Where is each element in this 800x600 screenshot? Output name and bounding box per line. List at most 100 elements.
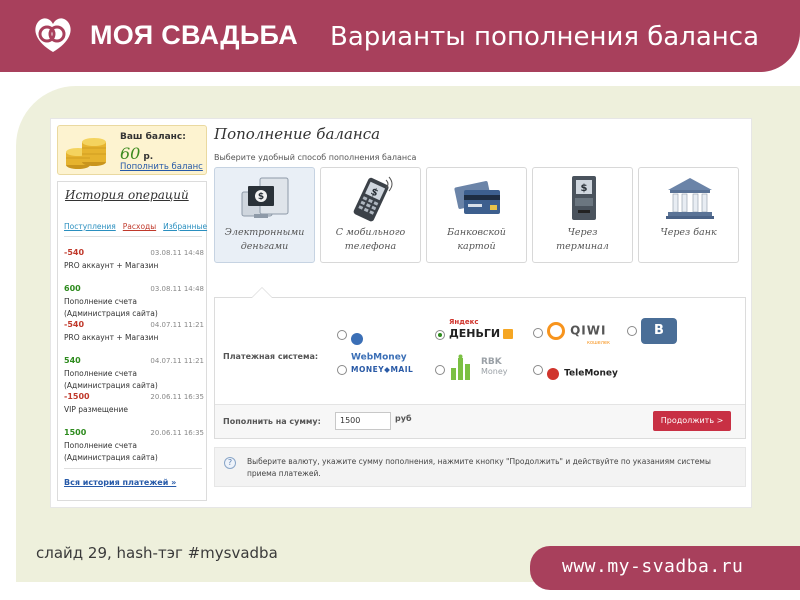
option-webmoney[interactable]: WebMoney [337, 322, 417, 363]
slide: МОЯ СВАДЬБА Варианты пополнения баланса … [0, 0, 800, 600]
site-url-box: www.my-svadba.ru [530, 546, 800, 590]
entry-description: PRO аккаунт + Магазин [64, 333, 159, 342]
option-rbk-money[interactable]: RBK Money [435, 352, 515, 380]
method-label: С мобильного [335, 227, 406, 238]
rbk-money-radio[interactable] [435, 365, 445, 375]
method-bank[interactable]: Через банк [638, 167, 739, 263]
history-tabs: Поступления Расходы Избранные [64, 222, 207, 231]
telemoney-radio[interactable] [533, 365, 543, 375]
help-icon: ? [224, 457, 236, 469]
yandex-line2: ДЕНЬГИ [449, 327, 501, 340]
balance-value: 60 р. [120, 144, 153, 163]
entry-description: Пополнение счета (Администрация сайта) [64, 441, 158, 462]
entry-date: 20.06.11 16:35 [150, 429, 204, 437]
yandex-line1: Яндекс [449, 318, 479, 326]
slide-title: Варианты пополнения баланса [330, 22, 760, 52]
selection-pointer [251, 287, 273, 298]
option-moneymail[interactable]: MONEY◆MAIL [337, 358, 427, 384]
balance-label: Ваш баланс: [120, 132, 186, 142]
option-qiwi[interactable]: QIWI кошелек [533, 318, 613, 346]
method-label: Электронными [224, 227, 305, 238]
all-history-link[interactable]: Вся история платежей » [64, 478, 176, 487]
site-screenshot: Ваш баланс: 60 р. Пополнить баланс Истори… [50, 118, 752, 508]
history-title: История операций [65, 188, 189, 202]
entry-description: Пополнение счета (Администрация сайта) [64, 369, 158, 390]
payment-system-panel: Платежная система: WebMoney Яндекс ДЕНЬГ… [214, 287, 746, 439]
telemoney-circle-icon [547, 367, 559, 380]
history-panel: История операций Поступления Расходы Избра… [57, 181, 207, 501]
history-entry: -1500 20.06.11 16:35 VIP размещение [64, 392, 204, 428]
monitor-money-icon: $ [241, 177, 289, 218]
rings-logo-icon [35, 18, 71, 52]
bank-building-icon [666, 178, 714, 219]
topup-balance-link[interactable]: Пополнить баланс [120, 162, 203, 172]
balance-unit: р. [143, 152, 154, 162]
yandex-money-radio[interactable] [435, 330, 445, 340]
header-bar: МОЯ СВАДЬБА Варианты пополнения баланса [0, 0, 800, 72]
method-mobile[interactable]: $ С мобильного телефона [320, 167, 421, 263]
rbk-money-logo: RBK Money [449, 354, 508, 382]
entry-date: 03.08.11 14:48 [150, 285, 204, 293]
balance-amount: 60 [120, 144, 141, 163]
option-yandex-money[interactable]: Яндекс ДЕНЬГИ [435, 318, 517, 344]
history-entry: -540 03.08.11 14:48 PRO аккаунт + Магази… [64, 248, 204, 284]
rbk-line1: RBK [481, 357, 502, 367]
qiwi-logo: QIWI кошелек [547, 320, 610, 346]
payment-terminal-icon: $ [572, 176, 596, 220]
amount-row: Пополнить на сумму: 1500 руб Продолжить … [215, 404, 745, 438]
slide-caption: слайд 29, hash-тэг #mysvadba [36, 544, 278, 562]
topup-title: Пополнение баланса [214, 125, 381, 143]
svg-text:$: $ [258, 192, 264, 202]
history-entry: 1500 20.06.11 16:35 Пополнение счета (Адми… [64, 428, 204, 464]
payment-system-label: Платежная система: [223, 352, 319, 361]
hint-text: Выберите валюту, укажите сумму пополнени… [247, 457, 711, 478]
amount-input[interactable]: 1500 [335, 412, 391, 430]
entry-date: 04.07.11 11:21 [150, 357, 204, 365]
tab-favorites[interactable]: Избранные [163, 222, 207, 231]
bank-card-icon [454, 181, 500, 214]
method-label: терминал [556, 241, 609, 252]
amount-unit: руб [395, 414, 412, 423]
qiwi-radio[interactable] [533, 328, 543, 338]
moneymail-logo: MONEY◆MAIL [351, 365, 414, 374]
vkontakte-radio[interactable] [627, 326, 637, 336]
entry-amount: -1500 [64, 392, 90, 401]
tab-income[interactable]: Поступления [64, 222, 116, 231]
option-telemoney[interactable]: TeleMoney [533, 358, 623, 384]
entry-description: Пополнение счета (Администрация сайта) [64, 297, 158, 318]
method-label: Банковской [447, 227, 506, 238]
qiwi-name: QIWI [570, 323, 607, 338]
topup-subtitle: Выберите удобный способ пополнения балан… [214, 153, 417, 162]
brand-name: МОЯ СВАДЬБА [90, 20, 299, 50]
history-entry: 600 03.08.11 14:48 Пополнение счета (Адм… [64, 284, 204, 320]
method-label: картой [457, 241, 496, 252]
qiwi-circle-icon [547, 321, 565, 340]
tab-expenses[interactable]: Расходы [123, 222, 156, 231]
entry-date: 20.06.11 16:35 [150, 393, 204, 401]
method-terminal[interactable]: $ Через терминал [532, 167, 633, 263]
divider [64, 236, 202, 237]
method-bank-card[interactable]: Банковской картой [426, 167, 527, 263]
webmoney-radio[interactable] [337, 330, 347, 340]
entry-date: 04.07.11 11:21 [150, 321, 204, 329]
entry-amount: 600 [64, 284, 81, 293]
moneymail-radio[interactable] [337, 365, 347, 375]
amount-label: Пополнить на сумму: [223, 417, 321, 426]
balance-widget: Ваш баланс: 60 р. Пополнить баланс [57, 125, 207, 175]
vkontakte-logo: В [641, 318, 677, 344]
site-url[interactable]: www.my-svadba.ru [562, 556, 743, 577]
mobile-phone-icon: $ [353, 176, 393, 222]
method-label: Через банк [660, 227, 717, 238]
method-e-money[interactable]: $ Электронными деньгами [214, 167, 315, 263]
entry-amount: 1500 [64, 428, 87, 437]
telemoney-name: TeleMoney [564, 368, 618, 379]
yandex-wallet-icon [503, 329, 514, 339]
telemoney-logo: TeleMoney [547, 363, 618, 382]
svg-text:$: $ [581, 183, 588, 194]
method-label: телефона [344, 241, 397, 252]
history-entry: 540 04.07.11 11:21 Пополнение счета (Адм… [64, 356, 204, 392]
method-label: Через [567, 227, 598, 238]
yandex-money-logo: Яндекс ДЕНЬГИ [449, 318, 514, 340]
continue-button[interactable]: Продолжить > [653, 411, 731, 431]
option-vkontakte[interactable]: В [627, 316, 677, 344]
